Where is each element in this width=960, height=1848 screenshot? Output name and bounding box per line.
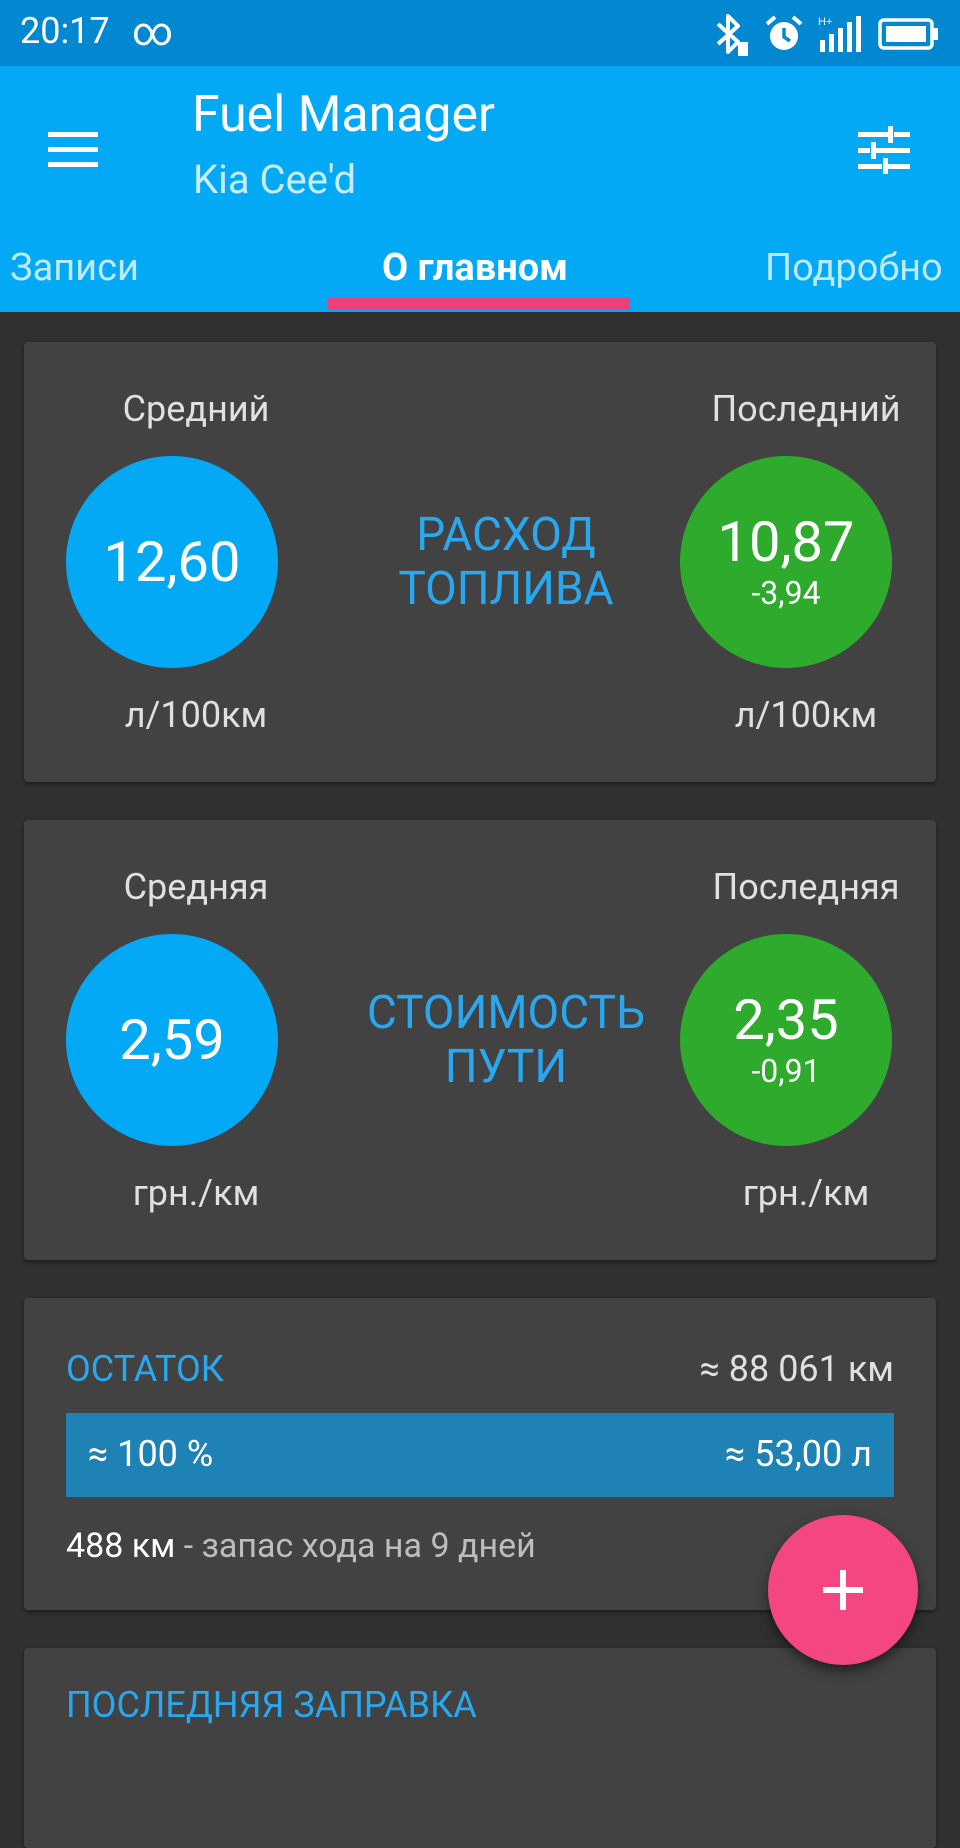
bluetooth-icon <box>710 12 750 60</box>
fuel-consumption-title: РАСХОД ТОПЛИВА <box>316 508 696 616</box>
average-consumption-value: 12,60 <box>103 529 241 595</box>
last-cost-circle: 2,35 -0,91 <box>680 934 892 1146</box>
average-cost-circle: 2,59 <box>66 934 278 1146</box>
last-cost-unit: грн./км <box>742 1172 870 1214</box>
fuel-consumption-card[interactable]: Средний Последний 12,60 РАСХОД ТОПЛИВА 1… <box>24 342 936 782</box>
tab-indicator <box>328 298 630 310</box>
trip-cost-title-line1: СТОИМОСТЬ <box>366 986 646 1040</box>
average-cost-value: 2,59 <box>119 1007 225 1073</box>
trip-cost-title: СТОИМОСТЬ ПУТИ <box>316 986 696 1094</box>
status-icons: H+ <box>710 12 940 60</box>
last-unit: л/100км <box>734 694 878 736</box>
last-refuel-card[interactable]: ПОСЛЕДНЯЯ ЗАПРАВКА <box>24 1648 936 1848</box>
trip-cost-title-line2: ПУТИ <box>444 1040 568 1094</box>
tab-overview[interactable]: О главном <box>382 236 568 306</box>
infinity-icon: ∞ <box>132 8 174 55</box>
last-consumption-diff: -3,94 <box>751 574 821 612</box>
fuel-level-liters: ≈ 53,00 л <box>725 1433 872 1475</box>
range-text: - запас хода на 9 дней <box>175 1526 536 1566</box>
plus-icon <box>823 1570 863 1610</box>
fuel-level-bar: ≈ 100 % ≈ 53,00 л <box>66 1413 894 1497</box>
last-consumption-circle: 10,87 -3,94 <box>680 456 892 668</box>
fuel-consumption-title-line2: ТОПЛИВА <box>398 562 614 616</box>
alarm-icon <box>764 14 804 58</box>
tune-icon <box>858 126 910 174</box>
status-time: 20:17 <box>20 10 110 52</box>
last-cost-diff: -0,91 <box>751 1052 821 1090</box>
fuel-level-percent: ≈ 100 % <box>88 1433 214 1475</box>
hamburger-menu-icon <box>48 132 98 167</box>
last-refuel-title: ПОСЛЕДНЯЯ ЗАПРАВКА <box>66 1684 477 1726</box>
last-cost-label: Последняя <box>712 866 900 908</box>
menu-button[interactable] <box>38 114 110 186</box>
range-info: 488 км - запас хода на 9 дней <box>66 1526 536 1566</box>
signal-icon: H+ <box>818 14 864 58</box>
battery-icon <box>878 16 940 56</box>
status-bar: 20:17 ∞ H+ <box>0 0 960 66</box>
last-consumption-value: 10,87 <box>717 509 855 575</box>
trip-cost-card[interactable]: Средняя Последняя 2,59 СТОИМОСТЬ ПУТИ 2,… <box>24 820 936 1260</box>
app-title: Fuel Manager <box>192 86 495 144</box>
last-cost-value: 2,35 <box>733 987 839 1053</box>
svg-text:H+: H+ <box>818 16 832 28</box>
last-label: Последний <box>711 388 901 430</box>
tab-records[interactable]: Записи <box>10 236 139 306</box>
range-km: 488 км <box>66 1526 176 1566</box>
tab-details[interactable]: Подробно <box>765 236 943 306</box>
add-record-button[interactable] <box>768 1515 918 1665</box>
remaining-title: ОСТАТОК <box>66 1348 224 1390</box>
average-consumption-circle: 12,60 <box>66 456 278 668</box>
odometer-value: ≈ 88 061 км <box>699 1348 894 1390</box>
settings-button[interactable] <box>848 114 920 186</box>
fuel-consumption-title-line1: РАСХОД <box>416 508 596 562</box>
average-label: Средний <box>122 388 270 430</box>
app-subtitle: Kia Cee'd <box>193 156 357 203</box>
average-cost-label: Средняя <box>123 866 269 908</box>
average-cost-unit: грн./км <box>132 1172 260 1214</box>
average-unit: л/100км <box>124 694 268 736</box>
